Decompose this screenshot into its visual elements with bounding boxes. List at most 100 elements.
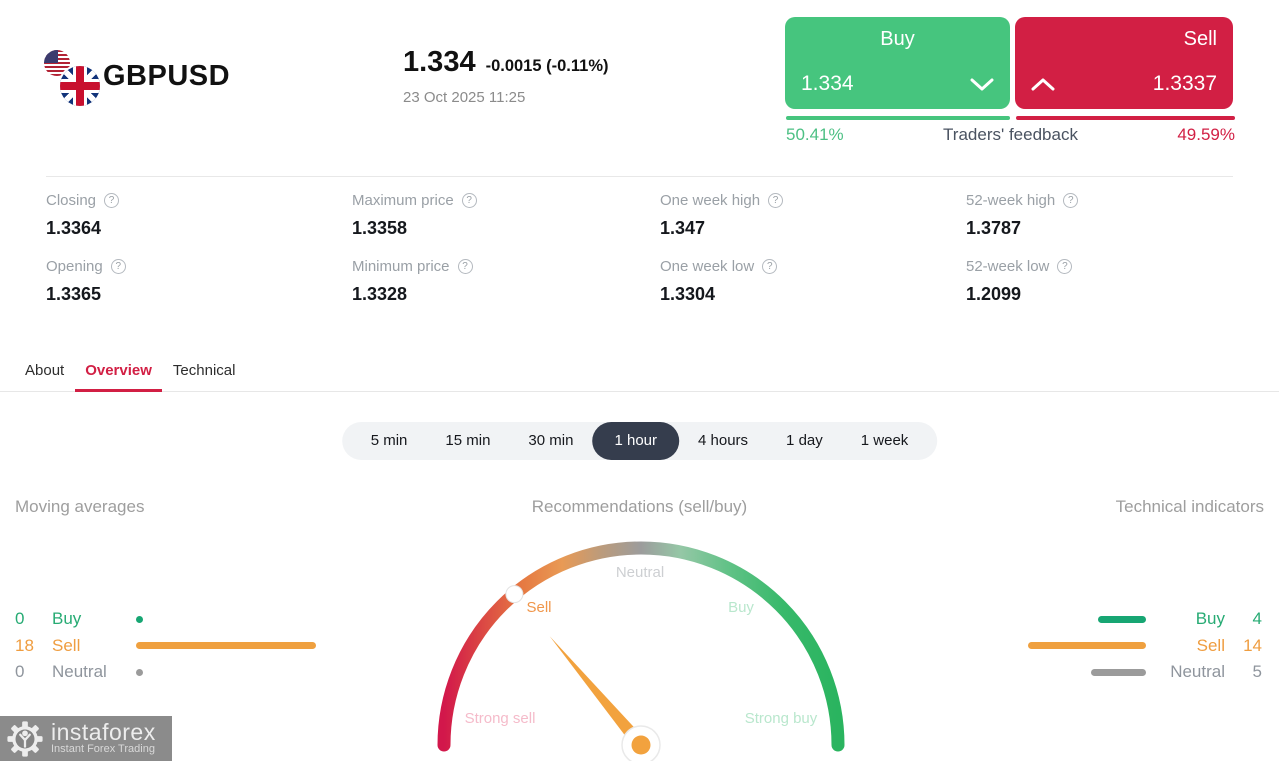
section-title-technical-indicators: Technical indicators: [1115, 497, 1264, 516]
stat-maximum-price: Maximum price? 1.3358: [352, 192, 477, 239]
timeframe-5min[interactable]: 5 min: [352, 422, 427, 460]
sell-count: 14: [1243, 635, 1262, 655]
sell-label: Sell: [1196, 635, 1225, 655]
last-price: 1.334: [403, 46, 476, 78]
buy-bar: [136, 615, 143, 623]
stat-minimum-price: Minimum price? 1.3328: [352, 258, 473, 305]
timeframe-30min[interactable]: 30 min: [509, 422, 592, 460]
brand-tagline: Instant Forex Trading: [51, 743, 155, 755]
sell-percent: 49.59%: [1177, 125, 1235, 144]
stat-value: 1.3328: [352, 284, 408, 304]
timeframe-15min[interactable]: 15 min: [426, 422, 509, 460]
neutral-count: 0: [15, 662, 25, 682]
legend-row-sell: Sell 14: [1012, 633, 1262, 660]
sell-button[interactable]: Sell 1.3337: [1015, 17, 1233, 109]
tab-technical[interactable]: Technical: [173, 362, 236, 391]
price-block: 1.334 -0.0015 (-0.11%): [403, 46, 608, 79]
legend-row-buy: 0 Buy: [15, 606, 318, 633]
moving-averages-legend: 0 Buy 18 Sell 0 Neutral: [15, 606, 318, 686]
stat-value: 1.3358: [352, 218, 408, 238]
instaforex-watermark: instaforex Instant Forex Trading: [0, 716, 172, 761]
page-title: GBPUSD: [103, 60, 231, 92]
stat-label: 52-week low: [966, 258, 1050, 275]
stat-value: 1.3304: [660, 284, 716, 304]
help-icon[interactable]: ?: [1057, 259, 1073, 274]
gauge-label-strong-buy: Strong buy: [744, 710, 818, 727]
timeframe-1week[interactable]: 1 week: [842, 422, 928, 460]
brand-name: instaforex: [51, 719, 156, 745]
sell-bar: [136, 642, 316, 650]
currency-pair-flags: [44, 50, 102, 108]
timeframe-selector: 5 min 15 min 30 min 1 hour 4 hours 1 day…: [341, 422, 938, 460]
tab-about[interactable]: About: [25, 362, 64, 391]
tab-bar: About Overview Technical: [0, 356, 1279, 392]
stat-label: One week high: [660, 192, 761, 209]
legend-row-neutral: 0 Neutral: [15, 659, 318, 686]
buy-percent: 50.41%: [786, 125, 844, 144]
stat-label: 52-week high: [966, 192, 1056, 209]
traders-feedback: 50.41% Traders' feedback 49.59%: [786, 125, 1235, 145]
sell-price: 1.3337: [1152, 72, 1217, 95]
sell-bar: [1028, 642, 1146, 650]
legend-row-neutral: Neutral 5: [1012, 659, 1262, 686]
stat-52-week-low: 52-week low? 1.2099: [966, 258, 1073, 305]
timeframe-1day[interactable]: 1 day: [767, 422, 842, 460]
help-icon[interactable]: ?: [110, 259, 126, 274]
gauge-label-buy: Buy: [728, 599, 754, 616]
neutral-label: Neutral: [1170, 662, 1225, 682]
buy-bar: [1098, 615, 1146, 623]
help-icon[interactable]: ?: [457, 259, 473, 274]
stat-label: One week low: [660, 258, 755, 275]
instrument-page: GBPUSD 1.334 -0.0015 (-0.11%) 23 Oct 202…: [0, 0, 1279, 761]
stat-label: Minimum price: [352, 258, 450, 275]
stat-value: 1.2099: [966, 284, 1022, 304]
stat-value: 1.3787: [966, 218, 1022, 238]
neutral-count: 5: [1252, 662, 1262, 682]
neutral-bar: [1091, 668, 1146, 676]
help-icon[interactable]: ?: [104, 193, 120, 208]
chevron-down-icon[interactable]: [970, 78, 994, 91]
feedback-bar-sell: [1016, 116, 1235, 120]
recommendation-gauge: Neutral Sell Buy Strong sell Strong buy: [420, 533, 862, 761]
stat-closing: Closing? 1.3364: [46, 192, 120, 239]
stat-label: Closing: [46, 192, 97, 209]
buy-button[interactable]: Buy 1.334: [785, 17, 1010, 109]
timeframe-4hours[interactable]: 4 hours: [679, 422, 767, 460]
timeframe-1hour[interactable]: 1 hour: [592, 422, 680, 460]
stat-opening: Opening? 1.3365: [46, 258, 126, 305]
help-icon[interactable]: ?: [461, 193, 477, 208]
section-title-recommendations: Recommendations (sell/buy): [531, 497, 748, 516]
help-icon[interactable]: ?: [768, 193, 784, 208]
legend-row-buy: Buy 4: [1012, 606, 1262, 633]
divider: [46, 176, 1233, 177]
tab-overview[interactable]: Overview: [75, 362, 162, 392]
feedback-label: Traders' feedback: [943, 125, 1078, 144]
gear-person-icon: [7, 720, 43, 757]
stat-value: 1.347: [660, 218, 706, 238]
neutral-label: Neutral: [52, 662, 107, 682]
quote-timestamp: 23 Oct 2025 11:25: [403, 89, 526, 106]
buy-label: Buy: [52, 609, 82, 629]
stat-one-week-low: One week low? 1.3304: [660, 258, 778, 305]
stat-value: 1.3364: [46, 218, 102, 238]
gauge-label-neutral: Neutral: [615, 564, 665, 581]
stat-value: 1.3365: [46, 284, 102, 304]
sell-count: 18: [15, 635, 34, 655]
buy-count: 0: [15, 609, 25, 629]
help-icon[interactable]: ?: [1063, 193, 1079, 208]
buy-label: Buy: [1195, 609, 1225, 629]
gbp-flag-icon: [58, 64, 102, 108]
buy-count: 4: [1252, 609, 1262, 629]
sell-label: Sell: [52, 635, 81, 655]
buy-price: 1.334: [801, 72, 854, 95]
technical-indicators-legend: Buy 4 Sell 14 Neutral 5: [1012, 606, 1262, 686]
price-change: -0.0015 (-0.11%): [485, 57, 609, 75]
chevron-up-icon[interactable]: [1031, 78, 1055, 91]
stat-label: Maximum price: [352, 192, 454, 209]
stat-52-week-high: 52-week high? 1.3787: [966, 192, 1079, 239]
neutral-bar: [136, 668, 143, 676]
help-icon[interactable]: ?: [762, 259, 778, 274]
stat-one-week-high: One week high? 1.347: [660, 192, 784, 239]
gauge-label-sell: Sell: [526, 599, 552, 616]
buy-button-label: Buy: [880, 28, 915, 50]
